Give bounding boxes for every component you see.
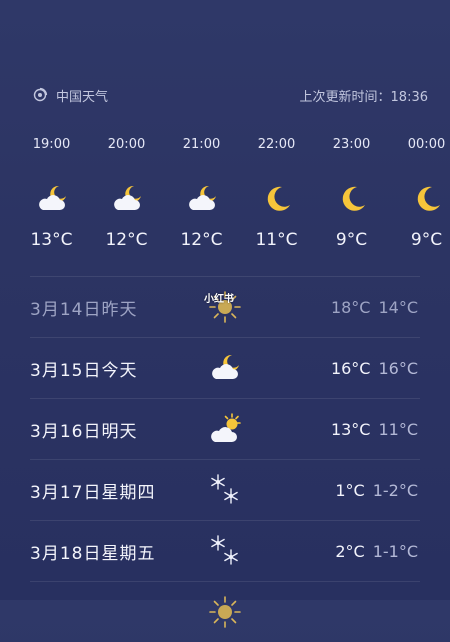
moon-icon: [342, 186, 365, 211]
hour-temp: 11°C: [255, 230, 298, 250]
temp-low: 11°C: [378, 419, 418, 439]
hour-time: 22:00: [257, 137, 296, 152]
daily-forecast: 3月14日昨天 18°C 14°C 3月15日今天 16°C 16°C 3月16…: [30, 276, 420, 642]
hour-column: 19:00 13°C: [14, 132, 89, 250]
app-brand: 中国天气: [32, 86, 108, 105]
cloud-moon-icon: [113, 185, 141, 210]
temp-high: 1°C: [335, 480, 365, 500]
hour-temp: 12°C: [180, 230, 223, 250]
day-temps: 16°C 16°C: [331, 359, 418, 378]
header-bar: 中国天气 上次更新时间：18:36: [32, 84, 428, 106]
hour-temp: 13°C: [30, 230, 73, 250]
temp-low: 14°C: [378, 297, 418, 317]
moon-icon: [267, 186, 290, 211]
temp-low: 16°C: [378, 358, 418, 378]
hour-temp: 9°C: [410, 230, 443, 250]
day-row[interactable]: 3月18日星期五 2°C 1-1°C: [30, 520, 420, 581]
hour-column: 20:00 12°C: [89, 132, 164, 250]
day-label: 3月14日昨天: [30, 299, 138, 320]
hourly-forecast[interactable]: 19:00 13°C 20:00 12°C 21:00 12°C 22:00 1…: [14, 132, 450, 250]
day-row-partial[interactable]: [30, 581, 420, 642]
day-label: 3月18日星期五: [30, 543, 156, 564]
cloud-sun-icon: [210, 413, 241, 443]
app-name: 中国天气: [56, 89, 109, 105]
day-row[interactable]: 3月15日今天 16°C 16°C: [30, 337, 420, 398]
temp-low: 1-2°C: [372, 480, 418, 500]
hour-time: 19:00: [32, 137, 71, 152]
hour-time: 23:00: [332, 137, 371, 152]
snowflake-icon: [211, 535, 238, 565]
temp-high: 13°C: [330, 419, 371, 439]
day-label: 3月16日明天: [30, 421, 138, 442]
day-row[interactable]: 3月16日明天 13°C 11°C: [30, 398, 420, 459]
day-label: 3月15日今天: [30, 360, 138, 381]
hour-column: 23:00 9°C: [314, 132, 389, 250]
sun-icon: [209, 596, 241, 628]
day-temps: 13°C 11°C: [331, 420, 418, 439]
cloud-moon-icon: [38, 185, 66, 210]
day-temps: 18°C 14°C: [331, 298, 418, 317]
last-update-time: 上次更新时间：18:36: [299, 89, 428, 105]
hour-column: 00:00 9°C: [389, 132, 450, 250]
moon-icon: [417, 186, 440, 211]
temp-high: 18°C: [330, 297, 371, 317]
hour-column: 21:00 12°C: [164, 132, 239, 250]
cloud-moon-icon: [212, 354, 239, 379]
day-label: 3月17日星期四: [30, 482, 156, 503]
hour-temp: 12°C: [105, 230, 148, 250]
day-temps: 1°C 1-2°C: [335, 481, 418, 500]
watermark-text: 小红书: [204, 294, 234, 305]
hour-time: 21:00: [182, 137, 221, 152]
day-temps: 2°C 1-1°C: [335, 542, 418, 561]
day-row[interactable]: 3月14日昨天 18°C 14°C: [30, 276, 420, 337]
weather-logo-icon: [33, 87, 48, 102]
temp-high: 2°C: [335, 541, 365, 561]
hour-time: 00:00: [407, 137, 446, 152]
temp-high: 16°C: [330, 358, 371, 378]
temp-low: 1-1°C: [372, 541, 418, 561]
hour-column: 22:00 11°C: [239, 132, 314, 250]
hour-time: 20:00: [107, 137, 146, 152]
hour-temp: 9°C: [335, 230, 368, 250]
cloud-moon-icon: [188, 185, 216, 210]
snowflake-icon: [211, 474, 238, 504]
day-row[interactable]: 3月17日星期四 1°C 1-2°C: [30, 459, 420, 520]
